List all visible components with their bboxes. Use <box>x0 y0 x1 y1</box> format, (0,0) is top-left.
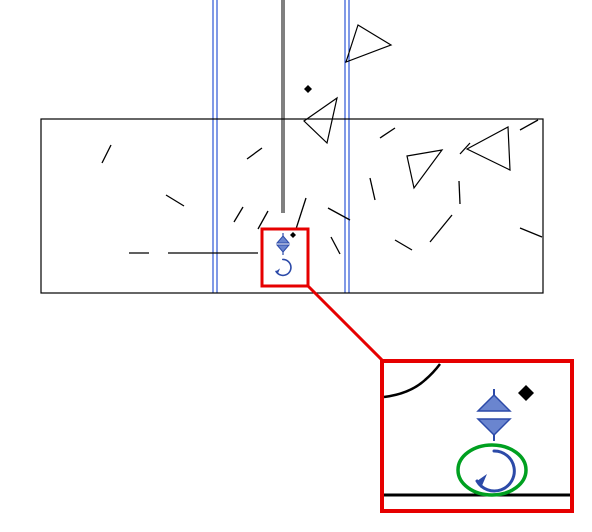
flip-handle[interactable] <box>276 232 296 275</box>
break-line <box>520 228 542 237</box>
break-line <box>234 207 243 222</box>
break-line <box>430 215 452 242</box>
flip-arrow-down-icon <box>277 245 289 252</box>
flip-arrow-up-icon <box>277 236 289 243</box>
debris-triangle <box>304 98 337 143</box>
drag-diamond-icon <box>290 232 296 238</box>
break-line <box>380 128 395 138</box>
debris-triangle <box>467 127 510 170</box>
origin-marker <box>304 85 312 93</box>
diagram-svg <box>0 0 592 532</box>
callout-leader <box>308 286 384 362</box>
break-line <box>520 120 538 130</box>
break-line <box>296 198 306 229</box>
diagram-stage <box>0 0 592 532</box>
break-line <box>166 195 184 206</box>
break-line <box>247 148 262 159</box>
zoom-backing <box>382 361 572 511</box>
break-line <box>331 237 340 254</box>
break-line <box>395 240 412 250</box>
debris-triangle <box>346 25 391 62</box>
break-line <box>102 145 111 163</box>
break-line <box>459 181 460 204</box>
break-line <box>328 208 350 220</box>
debris-triangle <box>407 150 442 188</box>
callout-box-small <box>262 229 308 286</box>
rotate-curl-icon <box>276 259 291 275</box>
break-line <box>258 211 268 229</box>
break-line <box>370 178 375 200</box>
